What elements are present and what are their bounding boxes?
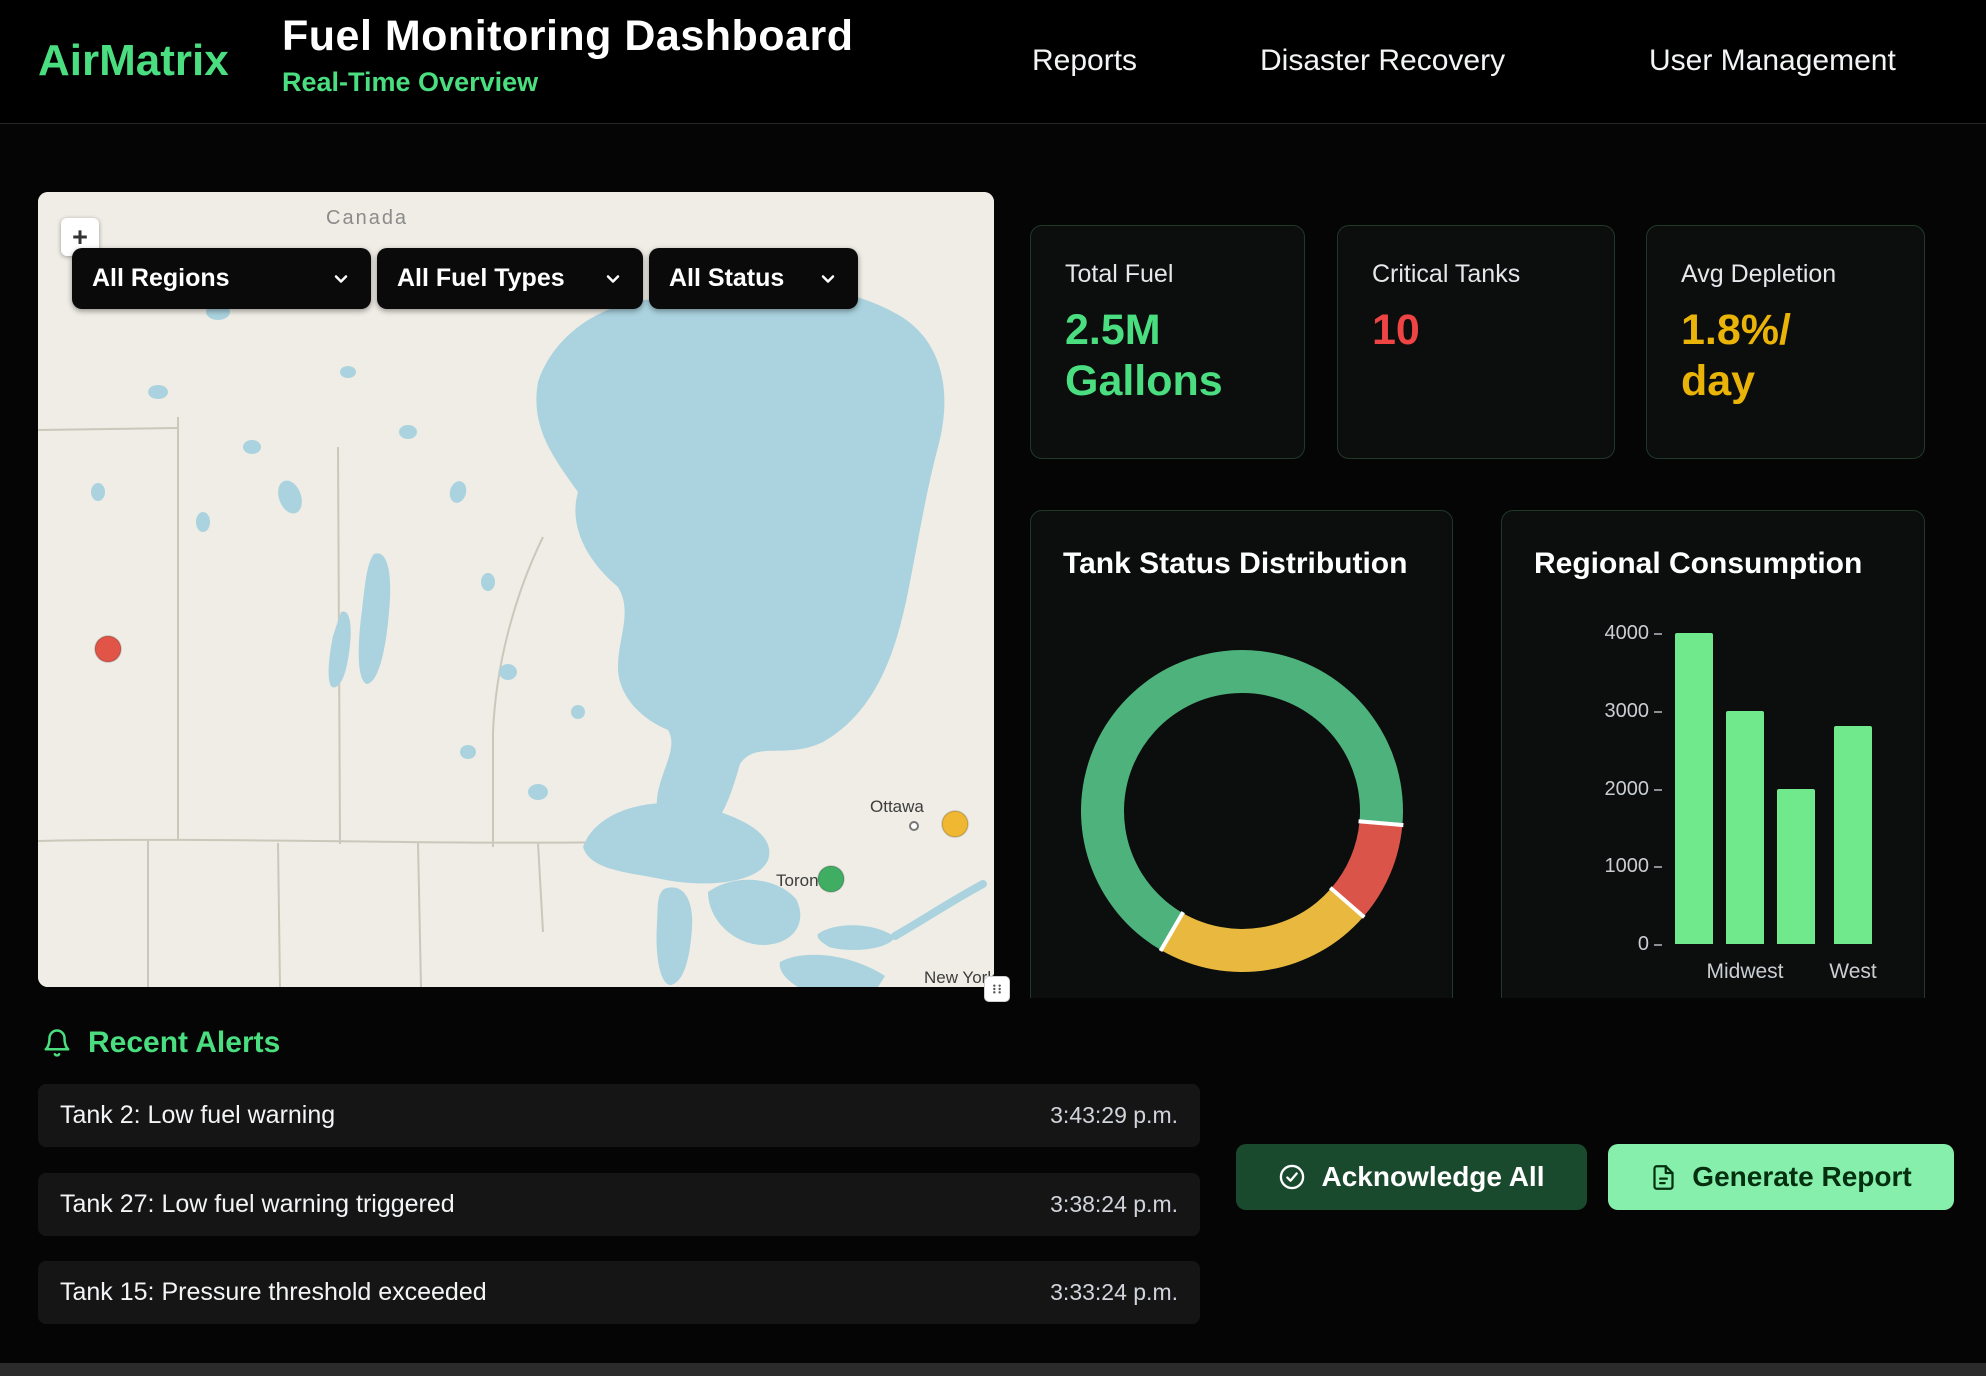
stat-label: Avg Depletion (1681, 260, 1890, 289)
stat-card-avg-depletion: Avg Depletion 1.8%/day (1646, 225, 1925, 459)
y-axis-tick (1654, 944, 1662, 946)
brand-logo[interactable]: AirMatrix (38, 36, 229, 86)
nav-disaster-recovery[interactable]: Disaster Recovery (1260, 44, 1505, 78)
bell-icon (42, 1028, 72, 1058)
y-axis-label: 3000 (1589, 700, 1649, 723)
tank-marker-critical[interactable] (95, 636, 121, 662)
map-canvas[interactable]: Canada Ottawa Toronto New York (38, 192, 994, 987)
y-axis-tick (1654, 633, 1662, 635)
stat-label: Critical Tanks (1372, 260, 1580, 289)
y-axis-label: 1000 (1589, 855, 1649, 878)
generate-report-label: Generate Report (1692, 1161, 1911, 1193)
alerts-header: Recent Alerts (42, 1026, 280, 1060)
y-axis-label: 0 (1589, 933, 1649, 956)
consumption-bar[interactable] (1675, 633, 1713, 944)
alert-message: Tank 2: Low fuel warning (60, 1101, 335, 1130)
grip-dots-icon (989, 981, 1005, 997)
x-axis-label: Midwest (1685, 960, 1805, 984)
tank-status-card: Tank Status Distribution (1030, 510, 1453, 1030)
title-block: Fuel Monitoring Dashboard Real-Time Over… (282, 12, 853, 98)
map-filter-bar: All Regions All Fuel Types All Status (72, 248, 858, 309)
chevron-down-icon (818, 269, 838, 289)
fuel-type-filter-value: All Fuel Types (397, 264, 565, 293)
region-filter-dropdown[interactable]: All Regions (72, 248, 371, 309)
check-circle-icon (1278, 1163, 1306, 1191)
consumption-bar[interactable] (1777, 789, 1815, 945)
y-axis-tick (1654, 789, 1662, 791)
ottawa-city-dot (910, 822, 918, 830)
y-axis-tick (1654, 711, 1662, 713)
stat-label: Total Fuel (1065, 260, 1270, 289)
page-subtitle: Real-Time Overview (282, 67, 853, 98)
chart-title: Tank Status Distribution (1063, 547, 1407, 581)
resize-grip-handle[interactable] (984, 976, 1010, 1002)
stat-card-total-fuel: Total Fuel 2.5MGallons (1030, 225, 1305, 459)
app-header: AirMatrix Fuel Monitoring Dashboard Real… (0, 0, 1986, 124)
page-title: Fuel Monitoring Dashboard (282, 12, 853, 61)
y-axis-tick (1654, 866, 1662, 868)
chevron-down-icon (331, 269, 351, 289)
recent-alerts-section: Recent Alerts Tank 2: Low fuel warning 3… (0, 998, 1986, 1376)
tank-status-donut-chart[interactable] (1031, 511, 1454, 1031)
y-axis-label: 4000 (1589, 622, 1649, 645)
regional-consumption-chart[interactable]: MidwestWest 4000 3000 2000 1000 0 (1502, 511, 1924, 1029)
region-filter-value: All Regions (92, 264, 230, 293)
map-label-ottawa: Ottawa (870, 797, 924, 816)
consumption-bar[interactable] (1726, 711, 1764, 944)
alert-timestamp: 3:38:24 p.m. (1050, 1191, 1178, 1218)
fuel-type-filter-dropdown[interactable]: All Fuel Types (377, 248, 643, 309)
acknowledge-all-label: Acknowledge All (1321, 1161, 1544, 1193)
consumption-bar[interactable] (1834, 726, 1872, 944)
status-filter-dropdown[interactable]: All Status (649, 248, 858, 309)
y-axis-label: 2000 (1589, 778, 1649, 801)
map-label-canada: Canada (326, 207, 408, 229)
alert-list-item[interactable]: Tank 15: Pressure threshold exceeded 3:3… (38, 1261, 1200, 1324)
stat-value: 10 (1372, 305, 1580, 356)
chevron-down-icon (603, 269, 623, 289)
status-filter-value: All Status (669, 264, 784, 293)
nav-reports[interactable]: Reports (1032, 44, 1137, 78)
alert-timestamp: 3:43:29 p.m. (1050, 1102, 1178, 1129)
alert-message: Tank 27: Low fuel warning triggered (60, 1190, 455, 1219)
tank-marker-normal[interactable] (818, 866, 844, 892)
generate-report-button[interactable]: Generate Report (1608, 1144, 1954, 1210)
document-icon (1650, 1164, 1677, 1191)
nav-user-management[interactable]: User Management (1649, 44, 1896, 78)
tank-map[interactable]: Canada Ottawa Toronto New York + All Reg… (38, 192, 994, 987)
chart-title: Regional Consumption (1534, 547, 1862, 581)
stat-card-critical-tanks: Critical Tanks 10 (1337, 225, 1615, 459)
tank-marker-warning[interactable] (942, 811, 968, 837)
alert-list-item[interactable]: Tank 2: Low fuel warning 3:43:29 p.m. (38, 1084, 1200, 1147)
alert-timestamp: 3:33:24 p.m. (1050, 1279, 1178, 1306)
alerts-title: Recent Alerts (88, 1026, 280, 1060)
donut-segment-warning[interactable] (1161, 888, 1363, 972)
alert-list-item[interactable]: Tank 27: Low fuel warning triggered 3:38… (38, 1173, 1200, 1236)
regional-consumption-card: Regional Consumption MidwestWest 4000 3000… (1501, 510, 1925, 1030)
bottom-scrollbar[interactable] (0, 1363, 1986, 1376)
alert-message: Tank 15: Pressure threshold exceeded (60, 1278, 487, 1307)
x-axis-label: West (1793, 960, 1913, 984)
acknowledge-all-button[interactable]: Acknowledge All (1236, 1144, 1587, 1210)
stat-value: 1.8%/day (1681, 305, 1890, 406)
stat-value: 2.5MGallons (1065, 305, 1270, 406)
